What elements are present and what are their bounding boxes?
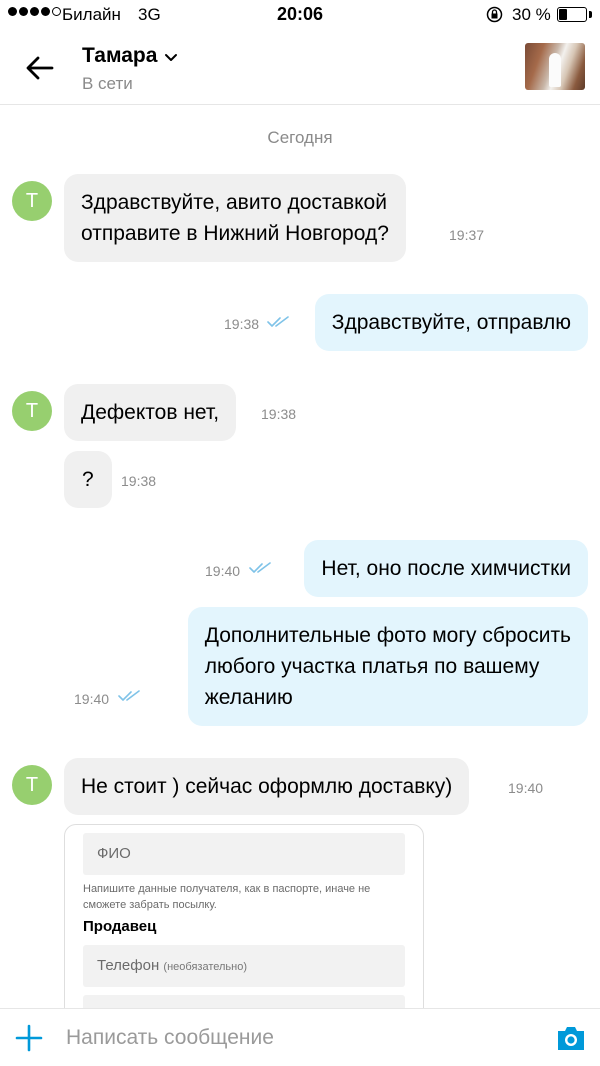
battery-level-fill: [559, 9, 568, 20]
message-input-bar: [0, 1008, 600, 1066]
delivery-form-card[interactable]: ФИО Напишите данные получателя, как в па…: [64, 824, 424, 1024]
message-bubble-outgoing: Нет, оно после химчистки: [304, 540, 588, 597]
plus-icon[interactable]: [14, 1023, 44, 1053]
rotation-lock-icon: [486, 6, 503, 23]
recipient-hint: Напишите данные получателя, как в паспор…: [83, 883, 371, 911]
avatar[interactable]: Т: [12, 181, 52, 221]
contact-status: В сети: [82, 74, 133, 93]
read-ticks-icon: [267, 316, 289, 327]
chat-header: Тамара В сети: [0, 30, 600, 105]
avatar[interactable]: Т: [12, 391, 52, 431]
date-separator: Сегодня: [267, 128, 333, 147]
message-input[interactable]: [66, 1021, 536, 1055]
battery-icon: [557, 7, 587, 22]
message-bubble-incoming: Дефектов нет,: [64, 384, 237, 441]
back-arrow-icon[interactable]: [22, 50, 58, 86]
listing-thumbnail[interactable]: [525, 43, 585, 90]
message-time: 19:40: [508, 780, 544, 796]
clock: 20:06: [276, 4, 324, 24]
message-bubble-outgoing: Дополнительные фото могу сбросить любого…: [187, 607, 588, 726]
phone-optional-note: (необязательно): [163, 961, 247, 973]
message-bubble-outgoing: Здравствуйте, отправлю: [314, 294, 588, 351]
battery-percentage: 30 %: [512, 5, 551, 24]
status-bar: Билайн 3G 20:06 30 %: [0, 0, 600, 30]
phone-field: Телефон (необязательно): [83, 945, 405, 987]
message-bubble-incoming: ?: [64, 451, 112, 508]
camera-icon[interactable]: [555, 1023, 587, 1053]
message-time: 19:38: [121, 473, 157, 489]
message-bubble-incoming: Здравствуйте, авито доставкой отправите …: [64, 174, 406, 262]
message-time: 19:40: [74, 691, 110, 707]
fio-field: ФИО: [83, 833, 405, 875]
read-ticks-icon: [249, 562, 271, 573]
battery-tip: [589, 11, 592, 18]
message-time: 19:38: [261, 406, 297, 422]
seller-section-title: Продавец: [83, 918, 157, 935]
avatar[interactable]: Т: [12, 765, 52, 805]
contact-name[interactable]: Тамара: [82, 44, 157, 68]
message-time: 19:40: [205, 563, 241, 579]
message-time: 19:38: [224, 316, 260, 332]
message-bubble-incoming: Не стоит ) сейчас оформлю доставку): [64, 758, 470, 815]
read-ticks-icon: [118, 690, 140, 701]
message-time: 19:37: [449, 227, 485, 243]
chevron-down-icon[interactable]: [163, 50, 179, 66]
phone-label: Телефон: [97, 957, 160, 974]
